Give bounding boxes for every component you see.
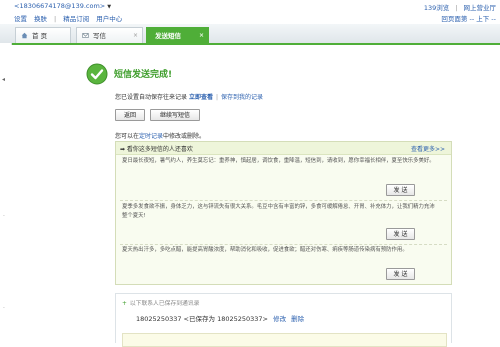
- autosave-notice: 您已设置自动保存往来记录 立即查看 | 保存到我的记录: [115, 92, 263, 101]
- subscribe-link[interactable]: 精品订阅: [63, 15, 89, 23]
- account-address[interactable]: <18306674178@139.com>: [14, 2, 105, 10]
- more-link[interactable]: 查看更多>>: [411, 144, 445, 153]
- tab-home-label: 首 页: [32, 32, 48, 40]
- divider: |: [455, 4, 458, 12]
- collapse-arrow-icon[interactable]: ◂: [2, 76, 5, 83]
- tab-send-sms[interactable]: 发送短信 ×: [146, 27, 209, 43]
- timed-records-link[interactable]: 定时记录: [139, 133, 163, 140]
- compose-icon: [82, 33, 89, 38]
- timing-prefix: 您可以在: [115, 133, 140, 140]
- saved-contact-row: 18025250337 <已保存为 18025250337> 修改 删除: [136, 313, 304, 323]
- saved-contact-entry: 18025250337 <已保存为 18025250337>: [136, 315, 269, 323]
- tab-send-sms-label: 发送短信: [155, 32, 181, 40]
- recommend-title: ➡ 看你这多短信的人还喜欢: [120, 146, 193, 153]
- plus-icon[interactable]: +: [122, 301, 127, 307]
- recommend-message: 夏天热出汗多，多吃点醋，能提高胃酸浓度，帮助消化和吸收，促进食欲；醋还对伤寒、痢…: [122, 247, 408, 253]
- divider: |: [54, 15, 57, 23]
- send-button[interactable]: 发 送: [386, 184, 415, 196]
- divider: |: [215, 94, 218, 101]
- theme-link[interactable]: 换肤: [34, 15, 47, 23]
- close-icon[interactable]: ×: [133, 28, 138, 44]
- sidebar-marker-icon: ·: [3, 305, 5, 312]
- back-button[interactable]: 返回: [115, 109, 145, 121]
- account-menu[interactable]: <18306674178@139.com> ▼: [14, 2, 111, 10]
- recommend-message: 夏季多发食欲不振，身体乏力，这与锌流失有很大关系。毛豆中含有丰富的锌，多食可缓解…: [122, 204, 435, 219]
- tab-bar: 首 页 写信 × 发送短信 ×: [0, 24, 500, 45]
- send-button[interactable]: 发 送: [386, 268, 415, 280]
- divider: [120, 200, 447, 201]
- view-now-link[interactable]: 立即查看: [189, 94, 213, 101]
- divider: [120, 244, 447, 245]
- tab-compose[interactable]: 写信 ×: [76, 27, 143, 43]
- tab-compose-label: 写信: [93, 32, 106, 40]
- recommend-message: 夏日最长夜短，暑气约人，养生莫忘记：重养神，慎起居，调饮食，重降温，短信到，请收…: [122, 158, 435, 164]
- recommend-panel: ➡ 看你这多短信的人还喜欢 查看更多>> 夏日最长夜短，暑气约人，养生莫忘记：重…: [115, 141, 452, 285]
- saved-contacts-header: + 以下联系人已保存到通讯录: [122, 298, 199, 307]
- top-links: 设置 换肤 | 精品订阅 用户中心: [14, 13, 129, 23]
- continue-sms-button[interactable]: 继续写短信: [150, 109, 200, 121]
- browser-link[interactable]: 139浏览: [424, 4, 449, 12]
- success-check-icon: [86, 63, 108, 85]
- chevron-down-icon[interactable]: ▼: [107, 4, 111, 10]
- timing-suffix: 中修改或删除。: [163, 133, 206, 140]
- sidebar-marker-icon: ·: [3, 213, 5, 220]
- saved-contacts-title: 以下联系人已保存到通讯录: [129, 301, 200, 307]
- edit-link[interactable]: 修改: [273, 315, 286, 323]
- top-bar: <18306674178@139.com> ▼ 设置 换肤 | 精品订阅 用户中心 139…: [0, 0, 500, 24]
- ad-banner: [122, 333, 447, 347]
- autosave-text: 您已设置自动保存往来记录: [115, 94, 188, 101]
- settings-link[interactable]: 设置: [14, 15, 27, 23]
- user-center-link[interactable]: 用户中心: [96, 15, 122, 23]
- save-records-link[interactable]: 保存到我的记录: [221, 94, 263, 101]
- page-title: 短信发送完成!: [114, 70, 173, 80]
- home-icon: [21, 32, 28, 39]
- recommend-header: ➡ 看你这多短信的人还喜欢 查看更多>>: [116, 142, 451, 155]
- saved-contacts-section: + 以下联系人已保存到通讯录 18025250337 <已保存为 18025250…: [115, 293, 452, 347]
- tab-home[interactable]: 首 页: [15, 27, 71, 43]
- business-hall-link[interactable]: 网上营业厅: [464, 4, 497, 12]
- delete-link[interactable]: 删除: [291, 315, 304, 323]
- right-links: 139浏览 | 网上营业厅: [418, 2, 496, 12]
- right-links-secondary[interactable]: 回页面第 -- 上下 --: [441, 13, 496, 23]
- timing-notice: 您可以在定时记录中修改或删除。: [115, 131, 205, 140]
- close-icon[interactable]: ×: [199, 28, 204, 44]
- send-button[interactable]: 发 送: [386, 228, 415, 240]
